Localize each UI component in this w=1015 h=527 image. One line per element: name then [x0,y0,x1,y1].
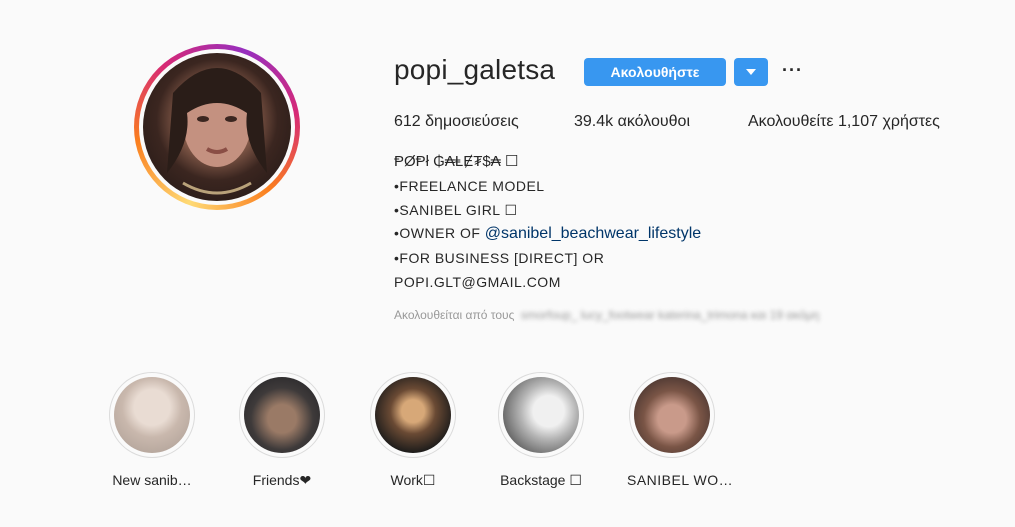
posts-count: 612 δημοσιεύσεις [394,113,519,130]
caret-down-icon [746,68,756,75]
highlight-ring [498,372,584,458]
highlight-label: Work☐ [390,472,436,488]
bio-line-email: POPI.GLT@GMAIL.COM [394,274,561,290]
bio-line-model: •FREELANCE MODEL [394,178,545,194]
profile-username: popi_galetsa [394,54,556,85]
suggestions-dropdown-button[interactable] [734,58,768,86]
highlight-label: Friends❤ [252,472,312,488]
highlight-cover-icon [634,377,710,453]
bio-line-girl: •SANIBEL GIRL ☐ [394,202,518,218]
bio-line-business: •FOR BUSINESS [DIRECT] OR [394,250,605,266]
following-link[interactable]: Ακολουθείτε 1,107 χρήστες [748,113,940,131]
highlight-backstage[interactable]: Backstage ☐ [496,372,586,489]
highlight-ring [109,372,195,458]
avatar[interactable] [143,53,291,201]
avatar-frame [139,49,295,205]
highlight-sanibel-women[interactable]: SANIBEL WO… [627,372,734,488]
highlight-cover-icon [244,377,320,453]
highlight-cover-icon [503,377,579,453]
bio-mention-link[interactable]: @sanibel_beachwear_lifestyle [485,225,701,242]
bio-full-name: ⱣØⱣł ₲₳ⱠɆ₮$₳ ☐ [394,153,519,170]
followed-by-names: smorfoup_ lucy_footwear katerina_trimona… [520,308,820,322]
highlight-label: Backstage ☐ [500,472,582,488]
bio-owner-prefix: •OWNER OF [394,225,485,241]
highlight-friends[interactable]: Friends❤ [237,372,327,489]
bio-line-owner: •OWNER OF @sanibel_beachwear_lifestyle [394,225,701,243]
follow-button[interactable]: Ακολουθήστε [584,58,726,86]
highlight-work[interactable]: Work☐ [368,372,458,489]
highlight-ring [370,372,456,458]
followed-by-prefix: Ακολουθείται από τους [394,308,515,322]
highlight-ring [629,372,715,458]
highlight-cover-icon [114,377,190,453]
followers-link[interactable]: 39.4k ακόλουθοι [574,113,690,131]
followed-by-text[interactable]: Ακολουθείται από τους smorfoup_ lucy_foo… [394,308,819,322]
highlight-label: SANIBEL WO… [627,472,734,488]
more-options-button[interactable]: ··· [782,60,803,81]
highlight-ring [239,372,325,458]
avatar-portrait-icon [167,68,267,195]
highlight-cover-icon [375,377,451,453]
highlight-label: New sanib… [112,472,192,488]
highlight-new-sanibel[interactable]: New sanib… [107,372,197,488]
profile-avatar-ring[interactable] [134,44,300,210]
